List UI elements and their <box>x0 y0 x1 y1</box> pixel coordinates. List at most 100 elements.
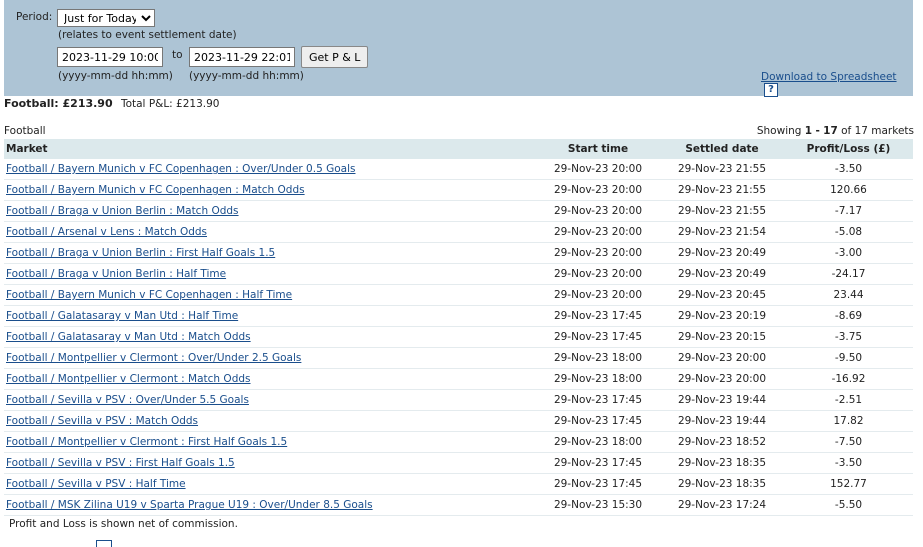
commission-note: Profit and Loss is shown net of commissi… <box>9 518 238 530</box>
table-row: Football / Bayern Munich v FC Copenhagen… <box>4 179 913 201</box>
profit-loss: -3.50 <box>784 159 913 180</box>
settled-date: 29-Nov-23 20:49 <box>660 263 784 285</box>
table-row: Football / Montpellier v Clermont : Firs… <box>4 431 913 453</box>
get-pl-button[interactable]: Get P & L <box>301 46 369 68</box>
period-label: Period: <box>16 11 53 23</box>
profit-loss: 23.44 <box>784 284 913 306</box>
table-row: Football / Galatasaray v Man Utd : Match… <box>4 326 913 348</box>
col-market: Market <box>4 139 536 159</box>
table-row: Football / Sevilla v PSV : Half Time 29-N… <box>4 473 913 495</box>
start-time: 29-Nov-23 20:00 <box>536 263 660 285</box>
market-link[interactable]: Football / Braga v Union Berlin : Half T… <box>6 268 226 280</box>
filter-panel: Period: Just for Today (relates to event… <box>4 0 913 97</box>
profit-loss: -9.50 <box>784 347 913 369</box>
profit-loss: -8.69 <box>784 305 913 327</box>
from-format-hint: (yyyy-mm-dd hh:mm) <box>58 70 173 82</box>
table-row: Football / Sevilla v PSV : Over/Under 5.… <box>4 389 913 411</box>
profit-loss: 120.66 <box>784 179 913 201</box>
start-time: 29-Nov-23 20:00 <box>536 284 660 306</box>
market-link[interactable]: Football / Arsenal v Lens : Match Odds <box>6 226 207 238</box>
profit-loss: -7.17 <box>784 200 913 222</box>
start-time: 29-Nov-23 20:00 <box>536 221 660 243</box>
profit-loss: -3.50 <box>784 452 913 474</box>
settled-date: 29-Nov-23 20:15 <box>660 326 784 348</box>
table-row: Football / Sevilla v PSV : Match Odds 29-… <box>4 410 913 432</box>
settled-date: 29-Nov-23 20:19 <box>660 305 784 327</box>
table-row: Football / Bayern Munich v FC Copenhagen… <box>4 284 913 306</box>
settled-date: 29-Nov-23 20:00 <box>660 368 784 390</box>
market-link[interactable]: Football / Sevilla v PSV : First Half Go… <box>6 457 235 469</box>
start-time: 29-Nov-23 20:00 <box>536 242 660 264</box>
settled-date: 29-Nov-23 18:52 <box>660 431 784 453</box>
table-row: Football / Arsenal v Lens : Match Odds 29… <box>4 221 913 243</box>
market-link[interactable]: Football / MSK Zilina U19 v Sparta Pragu… <box>6 499 373 511</box>
period-select[interactable]: Just for Today <box>57 9 155 27</box>
settled-date: 29-Nov-23 18:35 <box>660 473 784 495</box>
help-icon[interactable]: ? <box>764 83 778 97</box>
start-time: 29-Nov-23 20:00 <box>536 179 660 201</box>
market-link[interactable]: Football / Montpellier v Clermont : Firs… <box>6 436 287 448</box>
start-time: 29-Nov-23 17:45 <box>536 452 660 474</box>
settled-date: 29-Nov-23 21:55 <box>660 159 784 180</box>
col-profit-loss: Profit/Loss (£) <box>784 139 913 159</box>
start-time: 29-Nov-23 20:00 <box>536 159 660 180</box>
market-link[interactable]: Football / Sevilla v PSV : Over/Under 5.… <box>6 394 249 406</box>
settled-date: 29-Nov-23 19:44 <box>660 410 784 432</box>
profit-loss: -3.75 <box>784 326 913 348</box>
table-row: Football / MSK Zilina U19 v Sparta Pragu… <box>4 494 913 516</box>
market-link[interactable]: Football / Bayern Munich v FC Copenhagen… <box>6 184 305 196</box>
start-time: 29-Nov-23 17:45 <box>536 473 660 495</box>
start-time: 29-Nov-23 18:00 <box>536 431 660 453</box>
section-title: Football <box>4 125 46 137</box>
col-start-time: Start time <box>536 139 660 159</box>
showing-count: Showing 1 - 17 of 17 markets <box>756 125 914 137</box>
start-time: 29-Nov-23 20:00 <box>536 200 660 222</box>
table-row: Football / Sevilla v PSV : First Half Go… <box>4 452 913 474</box>
settled-date: 29-Nov-23 17:24 <box>660 494 784 516</box>
market-link[interactable]: Football / Montpellier v Clermont : Over… <box>6 352 301 364</box>
table-row: Football / Braga v Union Berlin : First … <box>4 242 913 264</box>
settled-date: 29-Nov-23 21:55 <box>660 179 784 201</box>
start-time: 29-Nov-23 17:45 <box>536 389 660 411</box>
start-time: 29-Nov-23 17:45 <box>536 305 660 327</box>
settled-date: 29-Nov-23 20:00 <box>660 347 784 369</box>
market-link[interactable]: Football / Bayern Munich v FC Copenhagen… <box>6 163 355 175</box>
settled-date: 29-Nov-23 20:45 <box>660 284 784 306</box>
market-link[interactable]: Football / Galatasaray v Man Utd : Half … <box>6 310 238 322</box>
settled-date: 29-Nov-23 19:44 <box>660 389 784 411</box>
settled-date: 29-Nov-23 20:49 <box>660 242 784 264</box>
start-time: 29-Nov-23 15:30 <box>536 494 660 516</box>
start-time: 29-Nov-23 18:00 <box>536 368 660 390</box>
market-link[interactable]: Football / Montpellier v Clermont : Matc… <box>6 373 251 385</box>
to-date-input[interactable] <box>189 47 295 67</box>
market-link[interactable]: Football / Bayern Munich v FC Copenhagen… <box>6 289 292 301</box>
to-label: to <box>172 49 183 61</box>
start-time: 29-Nov-23 18:00 <box>536 347 660 369</box>
profit-loss: -2.51 <box>784 389 913 411</box>
table-row: Football / Montpellier v Clermont : Matc… <box>4 368 913 390</box>
market-link[interactable]: Football / Sevilla v PSV : Match Odds <box>6 415 198 427</box>
settled-date: 29-Nov-23 21:55 <box>660 200 784 222</box>
profit-loss: -7.50 <box>784 431 913 453</box>
start-time: 29-Nov-23 17:45 <box>536 410 660 432</box>
pl-table: Market Start time Settled date Profit/Lo… <box>4 139 913 516</box>
table-row: Football / Braga v Union Berlin : Half T… <box>4 263 913 285</box>
table-row: Football / Galatasaray v Man Utd : Half … <box>4 305 913 327</box>
market-link[interactable]: Football / Braga v Union Berlin : First … <box>6 247 275 259</box>
start-time: 29-Nov-23 17:45 <box>536 326 660 348</box>
table-row: Football / Montpellier v Clermont : Over… <box>4 347 913 369</box>
settled-date: 29-Nov-23 21:54 <box>660 221 784 243</box>
sport-total: Football: £213.90 <box>4 97 113 110</box>
market-link[interactable]: Football / Sevilla v PSV : Half Time <box>6 478 186 490</box>
market-link[interactable]: Football / Braga v Union Berlin : Match … <box>6 205 239 217</box>
from-date-input[interactable] <box>57 47 163 67</box>
download-spreadsheet-link[interactable]: Download to Spreadsheet <box>761 71 897 83</box>
profit-loss: -3.00 <box>784 242 913 264</box>
profit-loss: -5.08 <box>784 221 913 243</box>
market-link[interactable]: Football / Galatasaray v Man Utd : Match… <box>6 331 251 343</box>
profit-loss: -24.17 <box>784 263 913 285</box>
profit-loss: -16.92 <box>784 368 913 390</box>
period-note: (relates to event settlement date) <box>58 29 237 41</box>
table-row: Football / Bayern Munich v FC Copenhagen… <box>4 159 913 180</box>
profit-loss: 152.77 <box>784 473 913 495</box>
